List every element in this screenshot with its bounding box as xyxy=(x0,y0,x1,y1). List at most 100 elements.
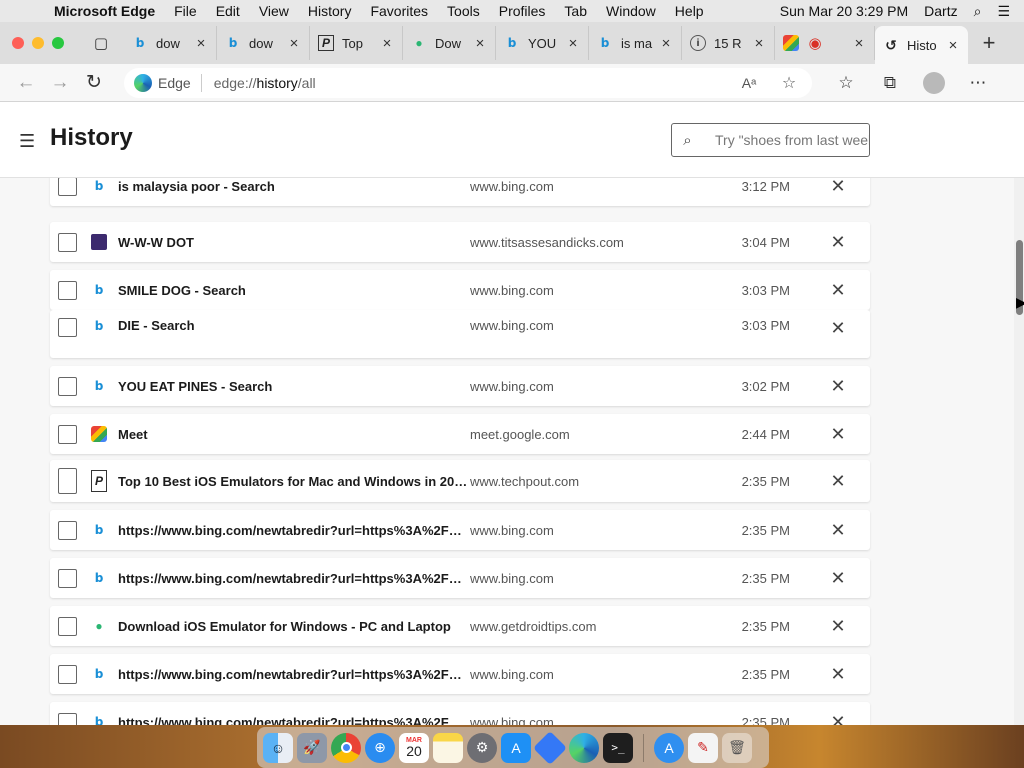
edge-icon[interactable] xyxy=(569,732,599,763)
menu-edit[interactable]: Edit xyxy=(216,3,240,19)
menu-clock[interactable]: Sun Mar 20 3:29 PM xyxy=(780,3,908,19)
safari-icon[interactable]: ⊕ xyxy=(365,732,395,763)
tab-0[interactable]: b dow × xyxy=(124,26,217,60)
page-scrollbar[interactable] xyxy=(1014,102,1024,725)
row-title[interactable]: Meet xyxy=(118,427,470,442)
remove-entry-icon[interactable]: ✕ xyxy=(828,232,848,253)
calendar-icon[interactable]: MAR 20 xyxy=(399,732,429,763)
row-checkbox[interactable] xyxy=(58,616,77,636)
close-tab-icon[interactable]: × xyxy=(752,35,766,52)
textedit-icon[interactable]: ✎ xyxy=(688,732,718,763)
system-preferences-icon[interactable]: ⚙ xyxy=(467,732,497,763)
close-tab-icon[interactable]: × xyxy=(852,35,866,52)
close-tab-icon[interactable]: × xyxy=(287,35,301,52)
collections-icon[interactable]: ⧉ xyxy=(868,73,912,93)
refresh-icon[interactable]: ↻ xyxy=(78,68,110,98)
tab-3[interactable]: ● Dow × xyxy=(403,26,496,60)
row-title[interactable]: YOU EAT PINES - Search xyxy=(118,379,470,394)
trash-icon[interactable]: 🗑 xyxy=(722,732,752,763)
close-tab-icon[interactable]: × xyxy=(473,35,487,52)
remove-entry-icon[interactable]: ✕ xyxy=(828,568,848,589)
close-tab-icon[interactable]: × xyxy=(659,35,673,52)
row-title[interactable]: Top 10 Best iOS Emulators for Mac and Wi… xyxy=(118,474,470,489)
tab-7[interactable]: ◉ × xyxy=(775,26,875,60)
history-row[interactable]: b https://www.bing.com/newtabredir?url=h… xyxy=(50,702,870,725)
chrome-icon[interactable] xyxy=(331,732,361,763)
close-tab-icon[interactable]: × xyxy=(380,35,394,52)
menu-favorites[interactable]: Favorites xyxy=(370,3,428,19)
row-checkbox[interactable] xyxy=(58,424,77,444)
read-aloud-icon[interactable]: Aᵃ xyxy=(736,75,762,91)
row-checkbox[interactable] xyxy=(58,280,77,300)
history-row[interactable]: ● Download iOS Emulator for Windows - PC… xyxy=(50,606,870,646)
favorites-icon[interactable]: ☆ xyxy=(824,73,868,93)
spotlight-search-icon[interactable]: ⌕ xyxy=(974,3,982,20)
row-title[interactable]: https://www.bing.com/newtabredir?url=htt… xyxy=(118,523,470,538)
remove-entry-icon[interactable]: ✕ xyxy=(828,424,848,445)
tab-2[interactable]: P Top × xyxy=(310,26,403,60)
menu-tab[interactable]: Tab xyxy=(564,3,587,19)
row-checkbox[interactable] xyxy=(58,520,77,540)
remove-entry-icon[interactable]: ✕ xyxy=(828,471,848,492)
row-checkbox[interactable] xyxy=(58,468,77,494)
remove-entry-icon[interactable]: ✕ xyxy=(828,664,848,685)
tab-1[interactable]: b dow × xyxy=(217,26,310,60)
close-tab-icon[interactable]: × xyxy=(566,35,580,52)
tab-6[interactable]: i 15 R × xyxy=(682,26,775,60)
history-row[interactable]: b SMILE DOG - Search www.bing.com 3:03 P… xyxy=(50,270,870,310)
app-store-icon[interactable]: A xyxy=(501,732,531,763)
row-checkbox[interactable] xyxy=(58,176,77,196)
menu-view[interactable]: View xyxy=(259,3,289,19)
row-title[interactable]: W-W-W DOT xyxy=(118,235,470,250)
remove-entry-icon[interactable]: ✕ xyxy=(828,318,848,339)
remove-entry-icon[interactable]: ✕ xyxy=(828,280,848,301)
row-checkbox[interactable] xyxy=(58,664,77,684)
more-menu-icon[interactable]: ⋯ xyxy=(956,73,1000,93)
finder-icon[interactable]: ☺ xyxy=(263,732,293,763)
row-title[interactable]: https://www.bing.com/newtabredir?url=htt… xyxy=(118,715,470,726)
minimize-window-button[interactable] xyxy=(32,37,44,49)
row-checkbox[interactable] xyxy=(58,712,77,725)
row-title[interactable]: SMILE DOG - Search xyxy=(118,283,470,298)
row-title[interactable]: https://www.bing.com/newtabredir?url=htt… xyxy=(118,571,470,586)
row-title[interactable]: is malaysia poor - Search xyxy=(118,179,470,194)
terminal-icon[interactable]: >_ xyxy=(603,732,633,763)
add-favorite-icon[interactable]: ☆ xyxy=(776,73,802,93)
menu-tools[interactable]: Tools xyxy=(447,3,480,19)
remove-entry-icon[interactable]: ✕ xyxy=(828,616,848,637)
history-row[interactable]: W-W-W DOT www.titsassesandicks.com 3:04 … xyxy=(50,222,870,262)
row-title[interactable]: Download iOS Emulator for Windows - PC a… xyxy=(118,619,470,634)
xcode-icon[interactable] xyxy=(533,730,567,765)
history-row[interactable]: b DIE - Search www.bing.com 3:03 PM ✕ xyxy=(50,310,870,358)
menu-help[interactable]: Help xyxy=(675,3,704,19)
close-tab-icon[interactable]: × xyxy=(194,35,208,52)
remove-entry-icon[interactable]: ✕ xyxy=(828,176,848,197)
row-checkbox[interactable] xyxy=(58,376,77,396)
history-row[interactable]: b https://www.bing.com/newtabredir?url=h… xyxy=(50,510,870,550)
remove-entry-icon[interactable]: ✕ xyxy=(828,520,848,541)
hamburger-menu-icon[interactable]: ☰ xyxy=(19,131,35,152)
remove-entry-icon[interactable]: ✕ xyxy=(828,376,848,397)
row-checkbox[interactable] xyxy=(58,568,77,588)
menu-profiles[interactable]: Profiles xyxy=(499,3,546,19)
zoom-window-button[interactable] xyxy=(52,37,64,49)
history-row[interactable]: b YOU EAT PINES - Search www.bing.com 3:… xyxy=(50,366,870,406)
history-row[interactable]: b https://www.bing.com/newtabredir?url=h… xyxy=(50,654,870,694)
control-center-icon[interactable]: ☰ xyxy=(997,3,1010,20)
remove-entry-icon[interactable]: ✕ xyxy=(828,712,848,726)
menu-window[interactable]: Window xyxy=(606,3,656,19)
row-title[interactable]: https://www.bing.com/newtabredir?url=htt… xyxy=(118,667,470,682)
profile-avatar[interactable] xyxy=(923,71,945,94)
forward-arrow-icon[interactable]: → xyxy=(44,68,76,98)
tab-5[interactable]: b is ma × xyxy=(589,26,682,60)
tab-actions-icon[interactable]: ▢ xyxy=(90,32,112,54)
menu-user[interactable]: Dartz xyxy=(924,3,957,19)
address-bar[interactable]: Edge edge://history/all Aᵃ ☆ xyxy=(124,67,812,98)
history-row[interactable]: b https://www.bing.com/newtabredir?url=h… xyxy=(50,558,870,598)
menu-app-name[interactable]: Microsoft Edge xyxy=(54,3,155,19)
menu-history[interactable]: History xyxy=(308,3,352,19)
row-checkbox[interactable] xyxy=(58,318,77,337)
downloads-icon[interactable]: A xyxy=(654,732,684,763)
history-row[interactable]: Meet meet.google.com 2:44 PM ✕ xyxy=(50,414,870,454)
menu-file[interactable]: File xyxy=(174,3,197,19)
